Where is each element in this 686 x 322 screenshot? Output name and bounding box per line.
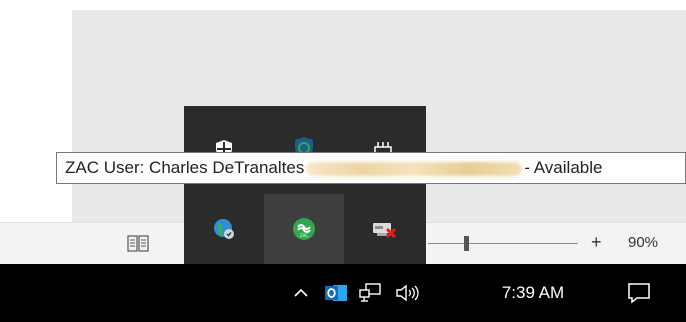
tray-item-zac[interactable]: ZAC xyxy=(264,194,344,264)
tray-item-network-adapter[interactable] xyxy=(344,106,424,158)
tray-item-defender[interactable] xyxy=(264,106,344,159)
zoom-slider-track[interactable] xyxy=(428,243,578,244)
tooltip-user-text: ZAC User: Charles DeTranaltes xyxy=(65,158,305,177)
chevron-up-icon xyxy=(294,288,308,297)
zoom-slider-thumb[interactable] xyxy=(464,236,469,251)
tray-item-globe[interactable] xyxy=(184,194,264,264)
zoom-in-button[interactable]: + xyxy=(591,232,602,253)
taskbar: 7:39 AM xyxy=(0,264,686,322)
tray-overflow-flyout: ZAC xyxy=(184,106,426,264)
show-hidden-icons-button[interactable] xyxy=(283,264,319,322)
notifications-icon xyxy=(628,283,650,304)
tray-item-drive[interactable] xyxy=(344,194,424,264)
tooltip-status-text: - Available xyxy=(524,158,603,177)
network-tray-button[interactable] xyxy=(356,264,384,322)
outlook-icon xyxy=(325,285,347,301)
volume-icon xyxy=(396,284,419,302)
zac-presence-icon: ZAC xyxy=(293,218,315,240)
disconnected-drive-icon xyxy=(373,223,397,239)
volume-tray-button[interactable] xyxy=(390,264,426,322)
outlook-tray-button[interactable] xyxy=(320,264,352,322)
globe-vpn-icon xyxy=(214,219,234,239)
network-icon xyxy=(359,283,381,302)
svg-text:ZAC: ZAC xyxy=(300,233,308,238)
zoom-level[interactable]: 90% xyxy=(628,234,658,251)
clock[interactable]: 7:39 AM xyxy=(488,264,578,322)
redacted-smudge xyxy=(306,161,523,176)
read-mode-icon[interactable] xyxy=(127,234,149,254)
action-center-button[interactable] xyxy=(614,264,664,322)
tray-item-security[interactable] xyxy=(184,106,264,160)
tray-tooltip: ZAC User: Charles DeTranaltes - Available xyxy=(56,152,686,184)
